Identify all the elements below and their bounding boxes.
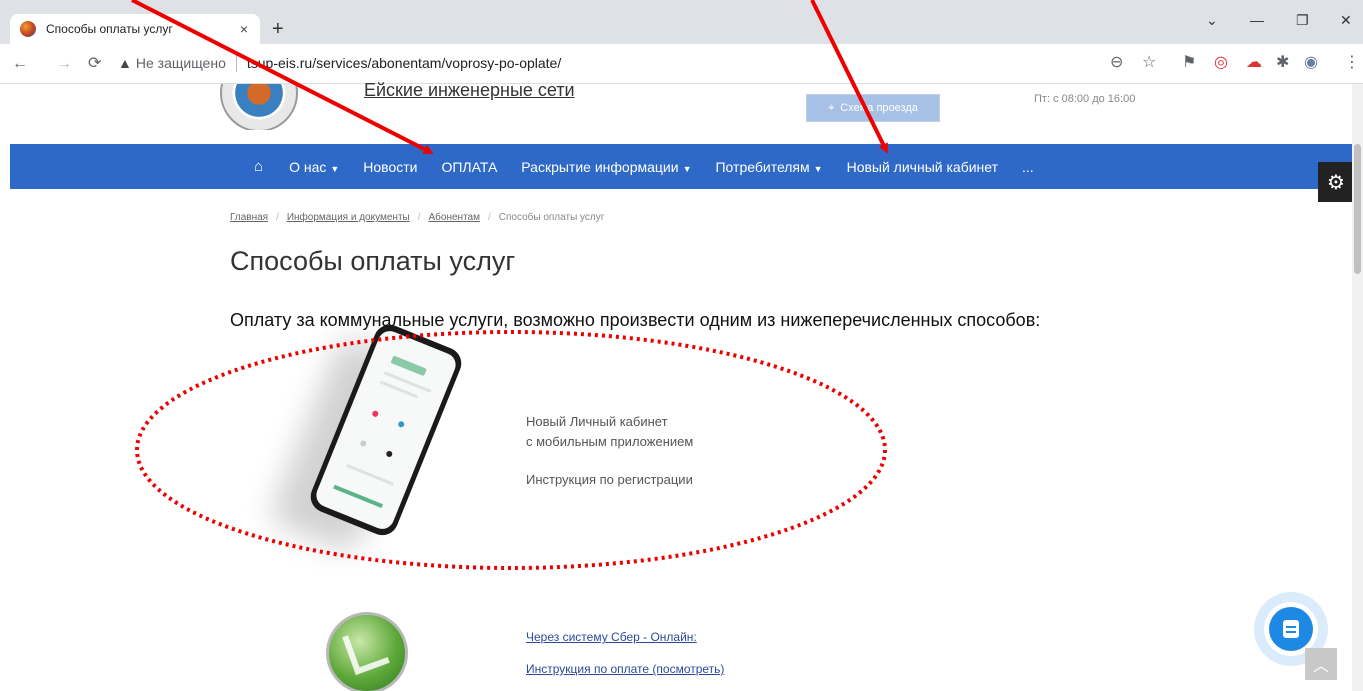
site-name-link[interactable]: Ейские инженерные сети <box>364 80 575 101</box>
cabinet-method: Новый Личный кабинет с мобильным приложе… <box>526 412 693 490</box>
map-button-label: Схема проезда <box>840 102 918 114</box>
office-hours: Пт: с 08:00 до 16:00 <box>1034 93 1136 105</box>
annotation-ellipse <box>135 330 887 570</box>
browser-menu-icon[interactable]: ⋮ <box>1344 54 1360 72</box>
restore-button[interactable]: ❐ <box>1296 12 1309 29</box>
breadcrumb-home[interactable]: Главная <box>230 212 268 223</box>
page-scrollbar[interactable] <box>1352 84 1363 691</box>
phone-image <box>305 320 467 540</box>
minimize-button[interactable]: — <box>1250 12 1264 28</box>
sber-logo <box>326 612 408 691</box>
cabinet-line-1[interactable]: Новый Личный кабинет <box>526 412 693 432</box>
back-arrow-icon[interactable]: ← <box>12 54 28 74</box>
extension-icon[interactable]: ⚑ <box>1182 54 1196 72</box>
zoom-icon[interactable]: ⊖ <box>1110 54 1123 72</box>
bookmark-star-icon[interactable]: ☆ <box>1142 54 1156 72</box>
browser-tab[interactable]: Способы оплаты услуг × <box>10 14 260 44</box>
site-favicon-icon <box>20 21 36 37</box>
chevron-up-icon: ︿ <box>1312 658 1329 675</box>
extensions-puzzle-icon[interactable]: ✱ <box>1276 54 1289 72</box>
reload-icon[interactable]: ⟳ <box>88 54 101 74</box>
phone-illustration <box>260 320 500 550</box>
breadcrumb: Главная / Информация и документы / Абоне… <box>230 212 605 223</box>
main-navbar: ⌂ О нас ▼ Новости ОПЛАТА Раскрытие информ… <box>10 144 1355 189</box>
forward-arrow-icon[interactable]: → <box>56 54 72 74</box>
nav-disclosure[interactable]: Раскрытие информации ▼ <box>509 159 703 175</box>
breadcrumb-docs[interactable]: Информация и документы <box>287 212 410 223</box>
nav-news[interactable]: Новости <box>351 159 429 175</box>
profile-avatar-icon[interactable]: ◉ <box>1304 54 1318 72</box>
security-label[interactable]: Не защищено <box>136 55 226 71</box>
annotation-overlay <box>131 0 888 570</box>
nav-home-icon[interactable]: ⌂ <box>242 158 277 175</box>
nav-about[interactable]: О нас ▼ <box>277 159 351 175</box>
tab-title: Способы оплаты услуг <box>46 22 173 36</box>
nav-consumers[interactable]: Потребителям ▼ <box>703 159 834 175</box>
close-window-button[interactable]: ✕ <box>1340 12 1352 29</box>
nav-more[interactable]: ... <box>1010 159 1046 175</box>
warning-icon[interactable]: ▲ <box>118 55 132 71</box>
sber-online-link[interactable]: Через систему Сбер - Онлайн: <box>526 630 724 644</box>
cabinet-line-2[interactable]: с мобильным приложением <box>526 432 693 452</box>
page-title: Способы оплаты услуг <box>230 246 516 276</box>
registration-instruction-link[interactable]: Инструкция по регистрации <box>526 470 693 490</box>
nav-payment[interactable]: ОПЛАТА <box>429 159 509 175</box>
chat-document-icon <box>1283 620 1299 638</box>
new-tab-button[interactable]: + <box>272 17 284 41</box>
tab-close-icon[interactable]: × <box>238 21 250 37</box>
caret-down-icon: ▼ <box>682 163 692 174</box>
breadcrumb-current: Способы оплаты услуг <box>498 212 605 223</box>
caret-down-icon: ▼ <box>330 163 340 174</box>
browser-tabstrip: Способы оплаты услуг × + ⌄ — ❐ ✕ <box>0 0 1363 44</box>
extension-red-icon[interactable]: ◎ <box>1214 54 1228 72</box>
address-divider <box>235 54 237 72</box>
extension-cloud-icon[interactable]: ☁ <box>1246 54 1262 72</box>
intro-text: Оплату за коммунальные услуги, возможно … <box>230 310 1041 330</box>
sber-method: Через систему Сбер - Онлайн: Инструкция … <box>526 630 724 691</box>
sber-instruction-link[interactable]: Инструкция по оплате (посмотреть) <box>526 662 724 676</box>
settings-gear-icon[interactable]: ⚙ <box>1318 162 1354 202</box>
breadcrumb-subscribers[interactable]: Абонентам <box>429 212 480 223</box>
scroll-to-top-button[interactable]: ︿ <box>1305 648 1337 680</box>
map-button[interactable]: ⌖ Схема проезда <box>806 94 940 122</box>
site-logo[interactable] <box>216 84 302 130</box>
nav-new-cabinet[interactable]: Новый личный кабинет <box>835 159 1010 175</box>
map-pin-icon: ⌖ <box>828 101 835 114</box>
tab-search-icon[interactable]: ⌄ <box>1206 12 1218 29</box>
url-text[interactable]: tsup-eis.ru/services/abonentam/voprosy-p… <box>247 55 561 71</box>
caret-down-icon: ▼ <box>813 163 823 174</box>
